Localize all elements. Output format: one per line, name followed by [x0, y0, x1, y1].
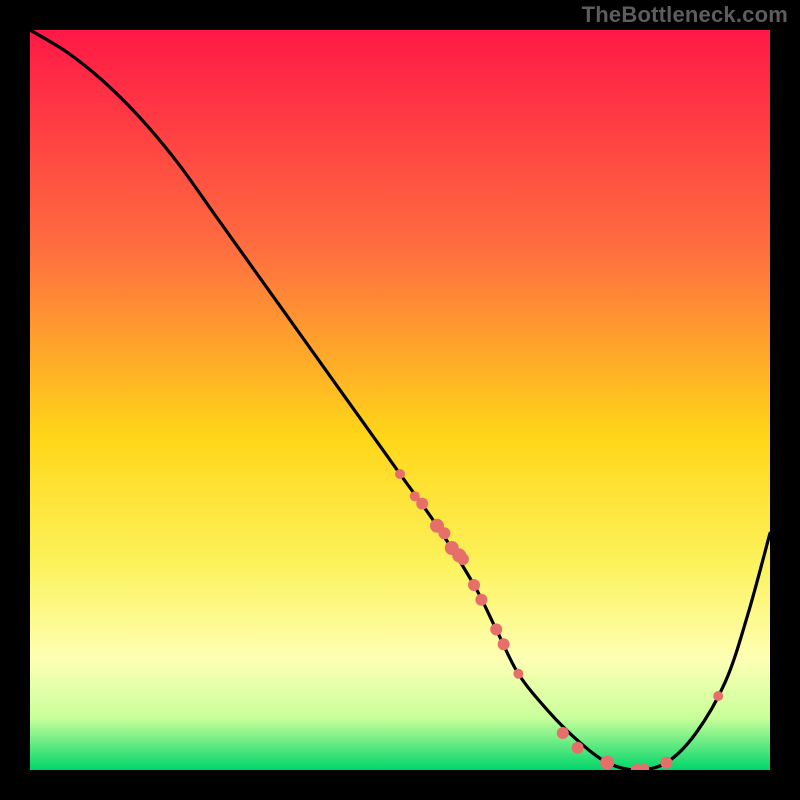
data-point: [457, 553, 469, 565]
data-point: [600, 756, 614, 770]
data-point: [713, 691, 723, 701]
gradient-background: [30, 30, 770, 770]
data-point: [395, 469, 405, 479]
data-point: [557, 727, 569, 739]
data-point: [660, 757, 672, 769]
data-point: [468, 579, 480, 591]
data-point: [490, 623, 502, 635]
data-point: [438, 527, 450, 539]
data-point: [572, 742, 584, 754]
data-point: [416, 498, 428, 510]
data-point: [513, 669, 523, 679]
plot-area: [30, 30, 770, 770]
watermark-text: TheBottleneck.com: [582, 2, 788, 28]
chart-svg: [30, 30, 770, 770]
chart-frame: TheBottleneck.com: [0, 0, 800, 800]
data-point: [498, 638, 510, 650]
data-point: [475, 594, 487, 606]
